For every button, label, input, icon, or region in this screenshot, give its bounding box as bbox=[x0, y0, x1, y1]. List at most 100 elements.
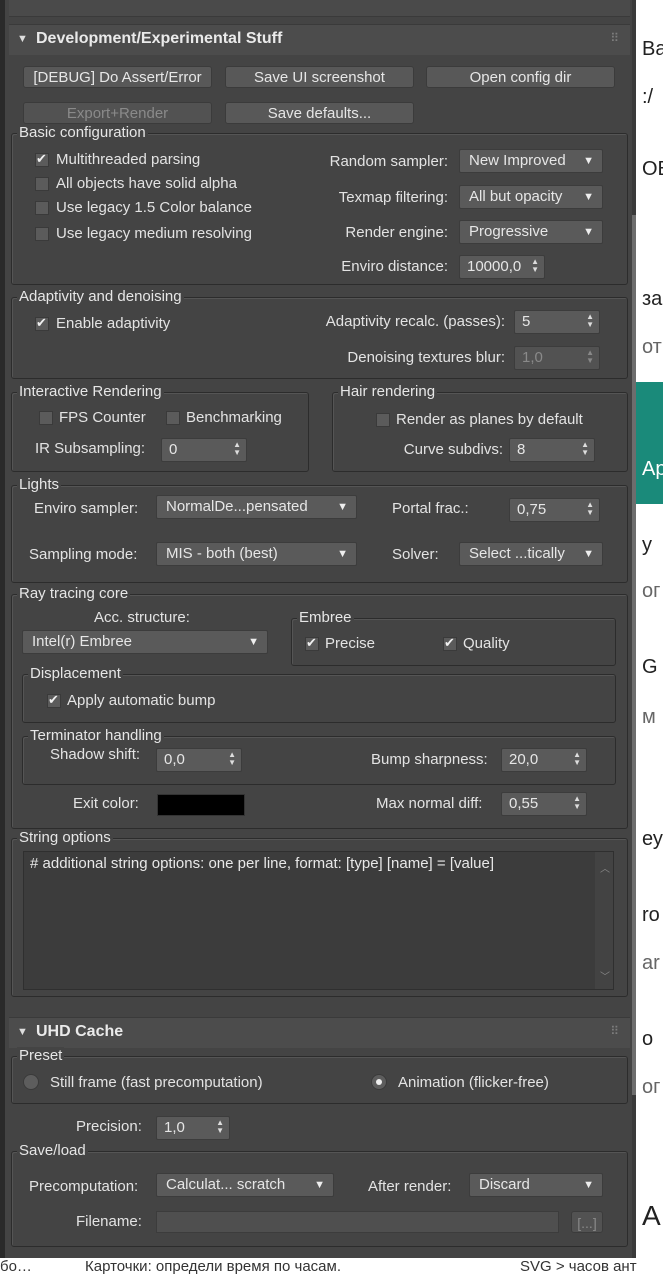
chevron-down-icon: ▼ bbox=[583, 1179, 594, 1191]
background-text: ar bbox=[642, 952, 660, 974]
spinner-arrows-icon[interactable]: ▲ ▼ bbox=[573, 795, 581, 811]
spinner-arrows-icon[interactable]: ▲ ▼ bbox=[586, 501, 594, 517]
chevron-down-icon: ▼ bbox=[583, 548, 594, 560]
background-text: ог bbox=[642, 1076, 661, 1098]
solver-dropdown[interactable]: Select ...tically ▼ bbox=[459, 542, 603, 566]
spinner-arrows-icon[interactable]: ▲ ▼ bbox=[581, 441, 589, 457]
adaptivity-recalc-spinner[interactable]: 5 ▲ ▼ bbox=[514, 310, 600, 334]
terminator-title: Terminator handling bbox=[28, 727, 164, 744]
still-frame-radio[interactable] bbox=[23, 1074, 39, 1090]
random-sampler-label: Random sampler: bbox=[329, 153, 448, 170]
texmap-filtering-dropdown[interactable]: All but opacity ▼ bbox=[459, 185, 603, 209]
random-sampler-dropdown[interactable]: New Improved ▼ bbox=[459, 149, 603, 173]
denoising-blur-spinner[interactable]: 1,0 ▲ ▼ bbox=[514, 346, 600, 370]
legacy-color-checkbox[interactable] bbox=[35, 201, 49, 215]
quality-checkbox[interactable] bbox=[443, 635, 457, 651]
denoising-blur-label: Denoising textures blur: bbox=[347, 349, 505, 366]
grip-icon: ⠿ bbox=[610, 31, 619, 45]
exit-color-label: Exit color: bbox=[73, 795, 139, 812]
portal-frac-value: 0,75 bbox=[517, 501, 547, 518]
adaptivity-recalc-label: Adaptivity recalc. (passes): bbox=[325, 313, 505, 330]
spinner-arrows-icon[interactable]: ▲ ▼ bbox=[586, 349, 594, 365]
render-as-planes-checkbox[interactable] bbox=[376, 413, 390, 427]
enviro-distance-spinner[interactable]: 10000,0 ▲ ▼ bbox=[459, 255, 545, 279]
save-ui-screenshot-button[interactable]: Save UI screenshot bbox=[225, 66, 414, 88]
legacy-medium-checkbox[interactable] bbox=[35, 227, 49, 241]
background-text: ОВ bbox=[642, 158, 663, 180]
chevron-down-icon: ▼ bbox=[583, 155, 594, 167]
animation-radio[interactable] bbox=[371, 1074, 387, 1090]
spinner-arrows-icon[interactable]: ▲ ▼ bbox=[216, 1119, 224, 1135]
textarea-scrollbar[interactable]: ︿ ﹀ bbox=[595, 852, 613, 989]
enviro-distance-label: Enviro distance: bbox=[341, 258, 448, 275]
uhd-rollout-header[interactable]: ▼ UHD Cache ⠿ bbox=[9, 1017, 630, 1048]
browser-tab-strip: бо… Карточки: определи время по часам. S… bbox=[0, 1258, 663, 1280]
shadow-shift-spinner[interactable]: 0,0 ▲ ▼ bbox=[156, 748, 242, 772]
precomputation-dropdown[interactable]: Calculat... scratch ▼ bbox=[156, 1173, 334, 1197]
after-render-label: After render: bbox=[368, 1178, 452, 1195]
benchmarking-checkbox[interactable] bbox=[166, 411, 180, 425]
multithreaded-checkbox[interactable] bbox=[35, 151, 49, 167]
background-text: за bbox=[642, 288, 663, 310]
lights-title: Lights bbox=[17, 476, 62, 493]
browse-button[interactable]: [...] bbox=[571, 1211, 603, 1233]
sampling-mode-dropdown[interactable]: MIS - both (best) ▼ bbox=[156, 542, 357, 566]
ir-subsampling-spinner[interactable]: 0 ▲ ▼ bbox=[161, 438, 247, 462]
preset-title: Preset bbox=[17, 1047, 65, 1064]
debug-assert-button[interactable]: [DEBUG] Do Assert/Error bbox=[23, 66, 212, 88]
previous-rollout-edge bbox=[9, 0, 630, 17]
tab-item[interactable]: SVG > часов ант bbox=[520, 1258, 637, 1275]
spinner-arrows-icon[interactable]: ▲ ▼ bbox=[233, 441, 241, 457]
tab-item[interactable]: Карточки: определи время по часам. bbox=[85, 1258, 341, 1275]
filename-input[interactable] bbox=[156, 1211, 559, 1233]
background-text: :/ bbox=[642, 86, 654, 108]
max-normal-diff-value: 0,55 bbox=[509, 795, 539, 812]
background-text: от bbox=[642, 336, 662, 358]
shadow-shift-label: Shadow shift: bbox=[50, 746, 141, 763]
portal-frac-spinner[interactable]: 0,75 ▲ ▼ bbox=[509, 498, 600, 522]
dev-rollout-header[interactable]: ▼ Development/Experimental Stuff ⠿ bbox=[9, 24, 630, 55]
solid-alpha-checkbox[interactable] bbox=[35, 177, 49, 191]
after-render-dropdown[interactable]: Discard ▼ bbox=[469, 1173, 603, 1197]
bump-sharpness-spinner[interactable]: 20,0 ▲ ▼ bbox=[501, 748, 587, 772]
legacy-medium-label: Use legacy medium resolving bbox=[56, 225, 252, 242]
spinner-arrows-icon[interactable]: ▲ ▼ bbox=[586, 313, 594, 329]
spinner-arrows-icon[interactable]: ▲ ▼ bbox=[228, 751, 236, 767]
panel-scrollbar-thumb[interactable] bbox=[632, 215, 636, 1095]
export-render-button[interactable]: Export+Render bbox=[23, 102, 212, 124]
enable-adaptivity-checkbox[interactable] bbox=[35, 315, 49, 331]
still-frame-label: Still frame (fast precomputation) bbox=[50, 1074, 263, 1091]
quality-label: Quality bbox=[463, 635, 510, 652]
render-engine-dropdown[interactable]: Progressive ▼ bbox=[459, 220, 603, 244]
sampling-mode-label: Sampling mode: bbox=[29, 546, 138, 563]
chevron-down-icon: ▼ bbox=[583, 226, 594, 238]
ir-subsampling-label: IR Subsampling: bbox=[35, 440, 146, 457]
chevron-up-icon[interactable]: ︿ bbox=[600, 860, 610, 875]
collapse-arrow-icon: ▼ bbox=[17, 1026, 28, 1038]
exit-color-swatch[interactable] bbox=[157, 794, 245, 816]
spinner-arrows-icon[interactable]: ▲ ▼ bbox=[531, 258, 539, 274]
precise-checkbox[interactable] bbox=[305, 635, 319, 651]
animation-label: Animation (flicker-free) bbox=[398, 1074, 549, 1091]
max-normal-diff-spinner[interactable]: 0,55 ▲ ▼ bbox=[501, 792, 587, 816]
string-options-textarea[interactable]: # additional string options: one per lin… bbox=[23, 851, 614, 990]
curve-subdivs-spinner[interactable]: 8 ▲ ▼ bbox=[509, 438, 595, 462]
interactive-rendering-title: Interactive Rendering bbox=[17, 383, 164, 400]
save-defaults-button[interactable]: Save defaults... bbox=[225, 102, 414, 124]
fps-counter-checkbox[interactable] bbox=[39, 411, 53, 425]
enviro-distance-value: 10000,0 bbox=[467, 258, 522, 275]
auto-bump-checkbox[interactable] bbox=[47, 692, 61, 708]
background-text: у bbox=[642, 534, 652, 556]
chevron-down-icon[interactable]: ﹀ bbox=[600, 968, 610, 983]
spinner-arrows-icon[interactable]: ▲ ▼ bbox=[573, 751, 581, 767]
tab-item[interactable]: бо… bbox=[0, 1258, 32, 1275]
acc-structure-dropdown[interactable]: Intel(r) Embree ▼ bbox=[22, 630, 268, 654]
open-config-dir-button[interactable]: Open config dir bbox=[426, 66, 615, 88]
background-text: Ap bbox=[642, 458, 663, 480]
precision-spinner[interactable]: 1,0 ▲ ▼ bbox=[156, 1116, 230, 1140]
chevron-down-icon: ▼ bbox=[583, 191, 594, 203]
enviro-sampler-dropdown[interactable]: NormalDe...pensated ▼ bbox=[156, 495, 357, 519]
legacy-color-label: Use legacy 1.5 Color balance bbox=[56, 199, 252, 216]
background-text: Ва bbox=[642, 38, 663, 60]
save-load-title: Save/load bbox=[17, 1142, 88, 1159]
